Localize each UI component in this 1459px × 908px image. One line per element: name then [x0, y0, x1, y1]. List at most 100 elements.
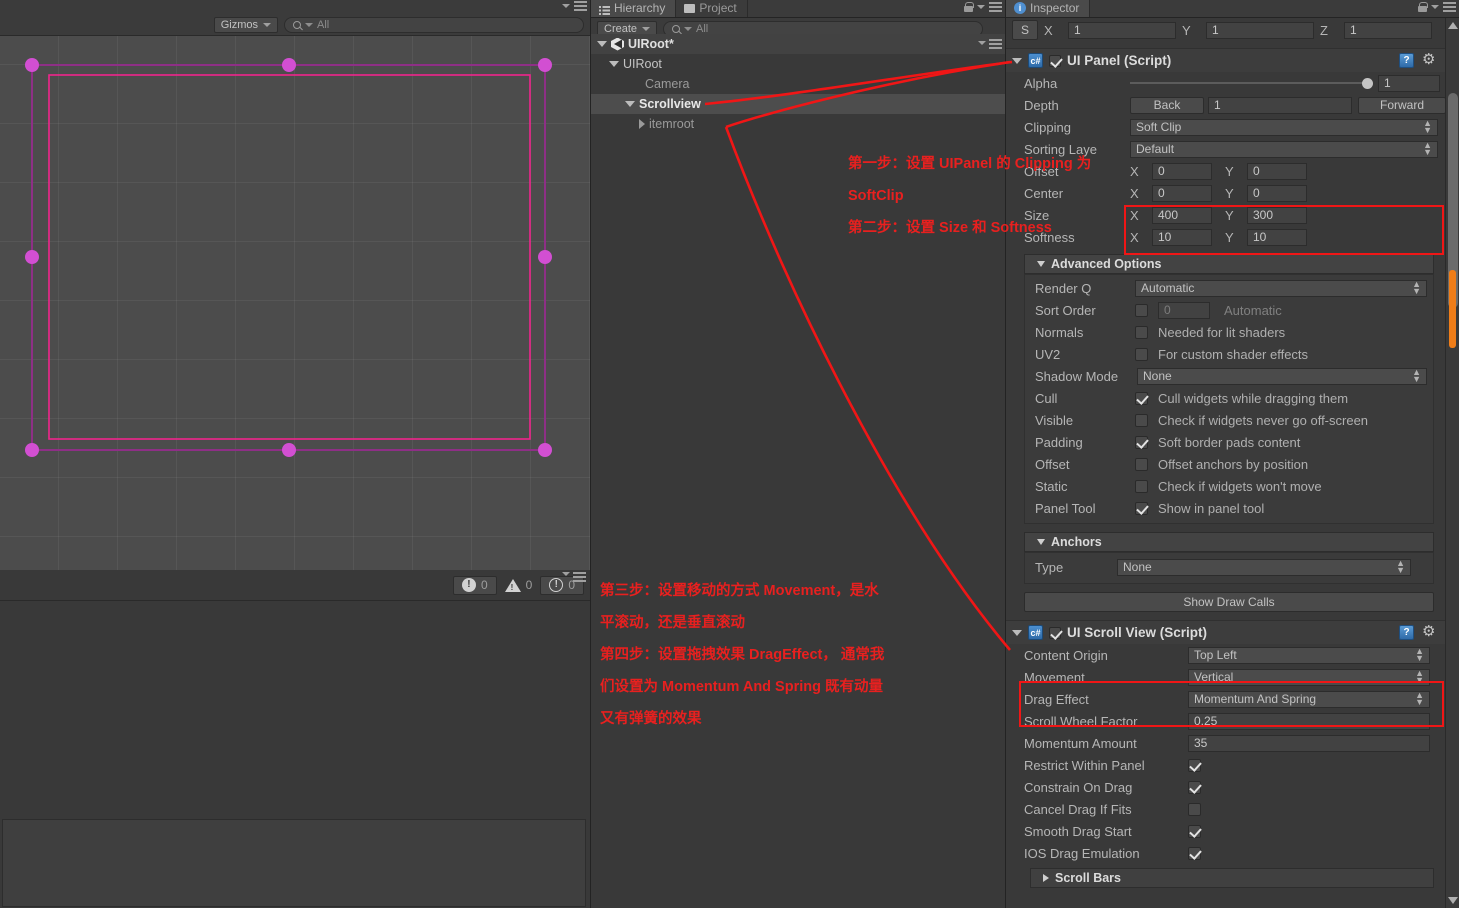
- ios-drag-emulation-checkbox[interactable]: [1188, 846, 1201, 860]
- center-x-field[interactable]: 0: [1152, 184, 1212, 202]
- chevron-down-icon[interactable]: [978, 41, 986, 45]
- depth-forward-button[interactable]: Forward: [1358, 96, 1446, 114]
- size-x-field[interactable]: 400: [1152, 206, 1212, 224]
- movement-dropdown[interactable]: Vertical ▲ ▼: [1188, 668, 1430, 686]
- scale-x-field[interactable]: 1: [1068, 21, 1176, 39]
- warning-count-chip[interactable]: ! 0: [497, 576, 541, 595]
- triangle-down-icon[interactable]: [597, 41, 607, 47]
- scroll-wheel-factor-field[interactable]: 0.25: [1188, 712, 1430, 730]
- clipping-dropdown[interactable]: Soft Clip ▲ ▼: [1130, 118, 1438, 136]
- inspector-scrollbar[interactable]: [1445, 18, 1459, 908]
- triangle-down-icon[interactable]: [625, 101, 635, 107]
- sort-order-checkbox[interactable]: [1135, 303, 1148, 317]
- softness-y-field[interactable]: 10: [1247, 228, 1307, 246]
- scale-tool-button[interactable]: S: [1012, 20, 1038, 40]
- ios-drag-emulation-row: IOS Drag Emulation: [1006, 842, 1446, 864]
- ui-scroll-view-enabled-checkbox[interactable]: [1049, 626, 1061, 639]
- cull-checkbox[interactable]: [1135, 391, 1148, 405]
- scale-z-field[interactable]: 1: [1344, 21, 1432, 39]
- static-checkbox[interactable]: [1135, 479, 1148, 493]
- hierarchy-item-camera[interactable]: Camera: [591, 74, 1006, 94]
- visible-checkbox[interactable]: [1135, 413, 1148, 427]
- cancel-drag-if-fits-checkbox[interactable]: [1188, 802, 1201, 816]
- offset-anchors-label: Offset: [1035, 456, 1070, 472]
- render-q-dropdown[interactable]: Automatic ▲ ▼: [1135, 279, 1427, 297]
- lock-icon[interactable]: [964, 2, 974, 12]
- scene-canvas[interactable]: [0, 36, 590, 570]
- size-y-field[interactable]: 300: [1247, 206, 1307, 224]
- normals-checkbox[interactable]: [1135, 325, 1148, 339]
- status-menu-icon[interactable]: [573, 572, 586, 582]
- chevron-down-icon[interactable]: [562, 4, 570, 8]
- inspector-menu-icon[interactable]: [1443, 2, 1456, 12]
- scroll-up-arrow-icon[interactable]: [1448, 22, 1458, 29]
- tab-project[interactable]: Project: [676, 0, 748, 17]
- gizmos-button[interactable]: Gizmos: [213, 16, 278, 33]
- hierarchy-menu-icon[interactable]: [989, 2, 1002, 12]
- softness-x-field[interactable]: 10: [1152, 228, 1212, 246]
- constrain-on-drag-checkbox[interactable]: [1188, 780, 1201, 794]
- lock-icon[interactable]: [1418, 2, 1428, 12]
- ui-panel-enabled-checkbox[interactable]: [1049, 54, 1061, 67]
- depth-label: Depth: [1024, 97, 1059, 113]
- tab-hierarchy[interactable]: Hierarchy: [591, 0, 677, 17]
- scene-search-input[interactable]: All: [284, 16, 584, 33]
- scale-y-field[interactable]: 1: [1206, 21, 1314, 39]
- offset-x-field[interactable]: 0: [1152, 162, 1212, 180]
- sorting-layer-dropdown[interactable]: Default ▲ ▼: [1130, 140, 1438, 158]
- alpha-slider[interactable]: [1130, 77, 1373, 89]
- scene-menu-icon[interactable]: [574, 1, 587, 11]
- panel-tool-checkbox[interactable]: [1135, 501, 1148, 515]
- chevron-down-icon[interactable]: [1431, 5, 1439, 9]
- scroll-down-arrow-icon[interactable]: [1448, 897, 1458, 904]
- triangle-down-icon[interactable]: [1012, 57, 1022, 64]
- triangle-down-icon[interactable]: [1012, 629, 1022, 636]
- sort-order-field[interactable]: 0: [1158, 301, 1210, 319]
- depth-value-field[interactable]: 1: [1208, 96, 1352, 114]
- offset-y-field[interactable]: 0: [1247, 162, 1307, 180]
- gear-icon[interactable]: [1422, 622, 1436, 640]
- tab-inspector[interactable]: i Inspector: [1006, 0, 1091, 17]
- offset-anchors-checkbox[interactable]: [1135, 457, 1148, 471]
- ui-panel-component-header[interactable]: c# UI Panel (Script) ?: [1006, 48, 1446, 72]
- uv2-checkbox[interactable]: [1135, 347, 1148, 361]
- scene-row-menu-icon[interactable]: [989, 39, 1002, 49]
- render-q-value: Automatic: [1141, 281, 1195, 295]
- help-icon[interactable]: ?: [1399, 53, 1414, 68]
- hierarchy-item-itemroot[interactable]: itemroot: [591, 114, 1006, 134]
- hierarchy-item-uiroot[interactable]: UIRoot: [591, 54, 1006, 74]
- padding-checkbox[interactable]: [1135, 435, 1148, 449]
- center-y-field[interactable]: 0: [1247, 184, 1307, 202]
- chevron-updown-icon: ▲ ▼: [1415, 668, 1424, 685]
- chevron-down-icon[interactable]: [562, 572, 570, 576]
- hierarchy-item-uiroot-scene[interactable]: UIRoot*: [591, 34, 1006, 54]
- momentum-amount-field[interactable]: 35: [1188, 734, 1430, 752]
- smooth-drag-start-checkbox[interactable]: [1188, 824, 1201, 838]
- alpha-slider-knob[interactable]: [1362, 77, 1373, 89]
- gear-icon[interactable]: [1422, 50, 1436, 68]
- triangle-down-icon[interactable]: [609, 61, 619, 67]
- triangle-right-icon[interactable]: [639, 119, 645, 129]
- error-count-chip[interactable]: ! 0: [452, 575, 497, 595]
- transform-scale-row: S X 1 Y 1 Z 1: [1006, 18, 1446, 42]
- chevron-down-icon[interactable]: [977, 5, 985, 9]
- anchor-type-dropdown[interactable]: None ▲ ▼: [1117, 558, 1411, 576]
- show-draw-calls-button[interactable]: Show Draw Calls: [1024, 592, 1434, 612]
- shadow-mode-dropdown[interactable]: None ▲ ▼: [1137, 367, 1427, 385]
- content-origin-dropdown[interactable]: Top Left ▲ ▼: [1188, 646, 1430, 664]
- scroll-bars-header[interactable]: Scroll Bars: [1030, 868, 1434, 888]
- depth-back-button[interactable]: Back: [1130, 96, 1204, 114]
- uv2-hint: For custom shader effects: [1158, 346, 1309, 362]
- hierarchy-item-scrollview[interactable]: Scrollview: [591, 94, 1006, 114]
- error-icon: !: [461, 578, 476, 592]
- anchors-header[interactable]: Anchors: [1024, 532, 1434, 552]
- alpha-value-field[interactable]: 1: [1378, 74, 1440, 92]
- help-icon[interactable]: ?: [1399, 625, 1414, 640]
- static-hint: Check if widgets won't move: [1158, 478, 1322, 494]
- drag-effect-dropdown[interactable]: Momentum And Spring ▲ ▼: [1188, 690, 1430, 708]
- advanced-options-header[interactable]: Advanced Options: [1024, 254, 1434, 274]
- restrict-within-panel-checkbox[interactable]: [1188, 758, 1201, 772]
- ui-scroll-view-component-header[interactable]: c# UI Scroll View (Script) ?: [1006, 620, 1446, 644]
- chevron-updown-icon: ▲ ▼: [1412, 367, 1421, 384]
- restrict-within-panel-label: Restrict Within Panel: [1024, 757, 1145, 773]
